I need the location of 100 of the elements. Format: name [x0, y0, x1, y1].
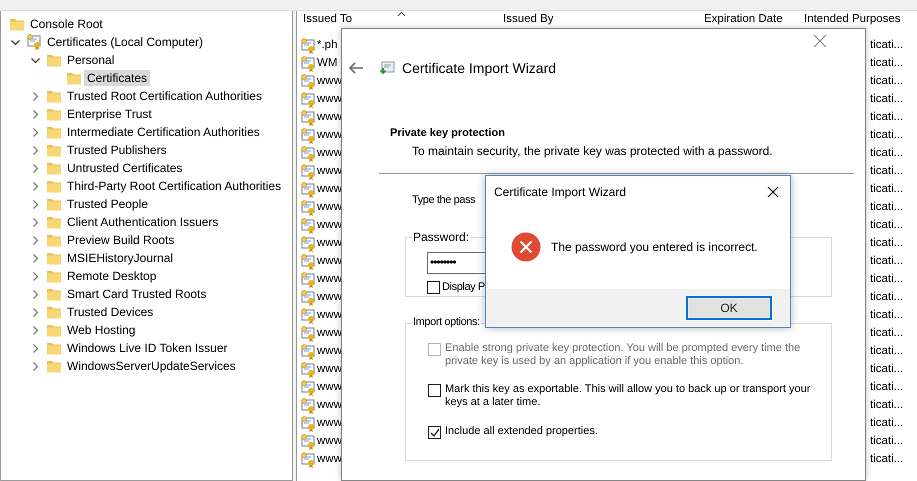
folder-icon — [46, 340, 62, 356]
table-cell: *.ph — [317, 39, 338, 53]
folder-icon — [9, 16, 25, 32]
certificate-icon — [300, 110, 316, 126]
table-cell: www — [317, 219, 342, 233]
tree-item[interactable]: Untrusted Certificates — [64, 160, 186, 176]
certificate-icon — [300, 56, 316, 72]
certificate-icon — [300, 128, 316, 144]
table-cell: www — [317, 75, 342, 89]
certificate-icon — [300, 362, 316, 378]
tree-item[interactable]: Preview Build Roots — [64, 232, 178, 248]
tree-item[interactable]: Certificates — [84, 70, 150, 86]
folder-icon — [46, 250, 62, 266]
tree-item[interactable]: Trusted Root Certification Authorities — [64, 88, 265, 104]
table-cell: ticati... — [870, 399, 904, 413]
folder-icon — [46, 286, 62, 302]
certificate-icon — [300, 344, 316, 360]
certificate-icon — [300, 182, 316, 198]
table-cell: ticati... — [870, 219, 904, 233]
table-cell: ticati... — [870, 309, 904, 323]
table-cell: www — [317, 363, 342, 377]
folder-icon — [46, 52, 62, 68]
certificate-icon — [300, 146, 316, 162]
checkbox-label: Enable strong private key protection. You will be prompted every time the private key is used by an application if you enable this option. — [445, 342, 802, 368]
checkbox-label: Display P — [442, 280, 485, 294]
folder-icon — [46, 214, 62, 230]
folder-icon — [46, 322, 62, 338]
close-button[interactable] — [766, 185, 780, 199]
tree-item[interactable]: Certificates (Local Computer) — [44, 34, 206, 50]
table-cell: www — [317, 129, 342, 143]
table-cell: www — [317, 435, 342, 449]
checkbox[interactable] — [428, 426, 441, 440]
table-cell: www — [317, 147, 342, 161]
tree-item[interactable]: WindowsServerUpdateServices — [64, 358, 239, 374]
table-cell: ticati... — [870, 255, 904, 269]
column-header[interactable]: Issued To — [303, 13, 352, 27]
table-cell: ticati... — [870, 237, 904, 251]
tree-item[interactable]: Intermediate Certification Authorities — [64, 124, 263, 140]
back-button[interactable] — [348, 61, 364, 76]
error-icon — [511, 232, 541, 262]
folder-icon — [46, 196, 62, 212]
tree-item[interactable]: Smart Card Trusted Roots — [64, 286, 210, 302]
tree-item[interactable]: Enterprise Trust — [64, 106, 155, 122]
checkbox[interactable] — [428, 384, 441, 397]
tree-item[interactable]: Third-Party Root Certification Authorities — [64, 178, 284, 194]
folder-icon — [46, 232, 62, 248]
table-cell: www — [317, 345, 342, 359]
folder-icon — [46, 124, 62, 140]
folder-icon — [66, 70, 82, 86]
table-cell: ticati... — [870, 57, 904, 71]
table-cell: www — [317, 201, 342, 215]
table-cell: ticati... — [870, 111, 904, 125]
tree-item[interactable]: Personal — [64, 52, 118, 68]
tree-item[interactable]: Trusted Publishers — [64, 142, 170, 158]
table-cell: ticati... — [870, 453, 904, 467]
group-label: Password: — [412, 230, 470, 244]
tree-item[interactable]: Trusted People — [64, 196, 151, 212]
certificate-icon — [300, 452, 316, 468]
table-cell: ticati... — [870, 165, 904, 179]
certificate-icon — [300, 326, 316, 342]
certificate-import-icon — [379, 60, 397, 76]
certificate-icon — [300, 92, 316, 108]
certificate-icon — [26, 34, 42, 50]
tree-item[interactable]: Remote Desktop — [64, 268, 160, 284]
folder-icon — [46, 142, 62, 158]
table-cell: WM — [317, 57, 338, 71]
ok-button[interactable]: OK — [686, 296, 772, 320]
tree-item[interactable]: Client Authentication Issuers — [64, 214, 222, 230]
table-cell: www — [317, 93, 342, 107]
certificate-icon — [300, 434, 316, 450]
table-cell: ticati... — [870, 201, 904, 215]
certificate-icon — [300, 200, 316, 216]
wizard-title: Certificate Import Wizard — [402, 60, 556, 77]
tree-item[interactable]: Web Hosting — [64, 322, 138, 338]
table-cell: ticati... — [870, 39, 904, 53]
table-cell: ticati... — [870, 291, 904, 305]
table-cell: ticati... — [870, 381, 904, 395]
section-heading: Private key protection — [390, 126, 506, 140]
table-cell: www — [317, 399, 342, 413]
tree-item[interactable]: Windows Live ID Token Issuer — [64, 340, 231, 356]
error-message: The password you entered is incorrect. — [551, 240, 758, 254]
table-cell: www — [317, 255, 342, 269]
table-cell: www — [317, 417, 342, 431]
tree-item[interactable]: Trusted Devices — [64, 304, 156, 320]
folder-icon — [46, 358, 62, 374]
folder-icon — [46, 106, 62, 122]
table-cell: www — [317, 165, 342, 179]
checkbox-label: Include all extended properties. — [445, 425, 598, 438]
checkbox[interactable] — [427, 280, 440, 294]
certificate-icon — [300, 218, 316, 234]
folder-icon — [46, 178, 62, 194]
dialog-title: Certificate Import Wizard — [494, 184, 626, 200]
column-header[interactable]: Issued By — [503, 13, 554, 27]
column-header[interactable]: Expiration Date — [704, 13, 783, 27]
table-cell: ticati... — [870, 273, 904, 287]
table-cell: www — [317, 273, 342, 287]
certificate-icon — [300, 416, 316, 432]
tree-item[interactable]: Console Root — [27, 16, 106, 32]
tree-item[interactable]: MSIEHistoryJournal — [64, 250, 176, 266]
column-header[interactable]: Intended Purposes — [804, 13, 901, 27]
